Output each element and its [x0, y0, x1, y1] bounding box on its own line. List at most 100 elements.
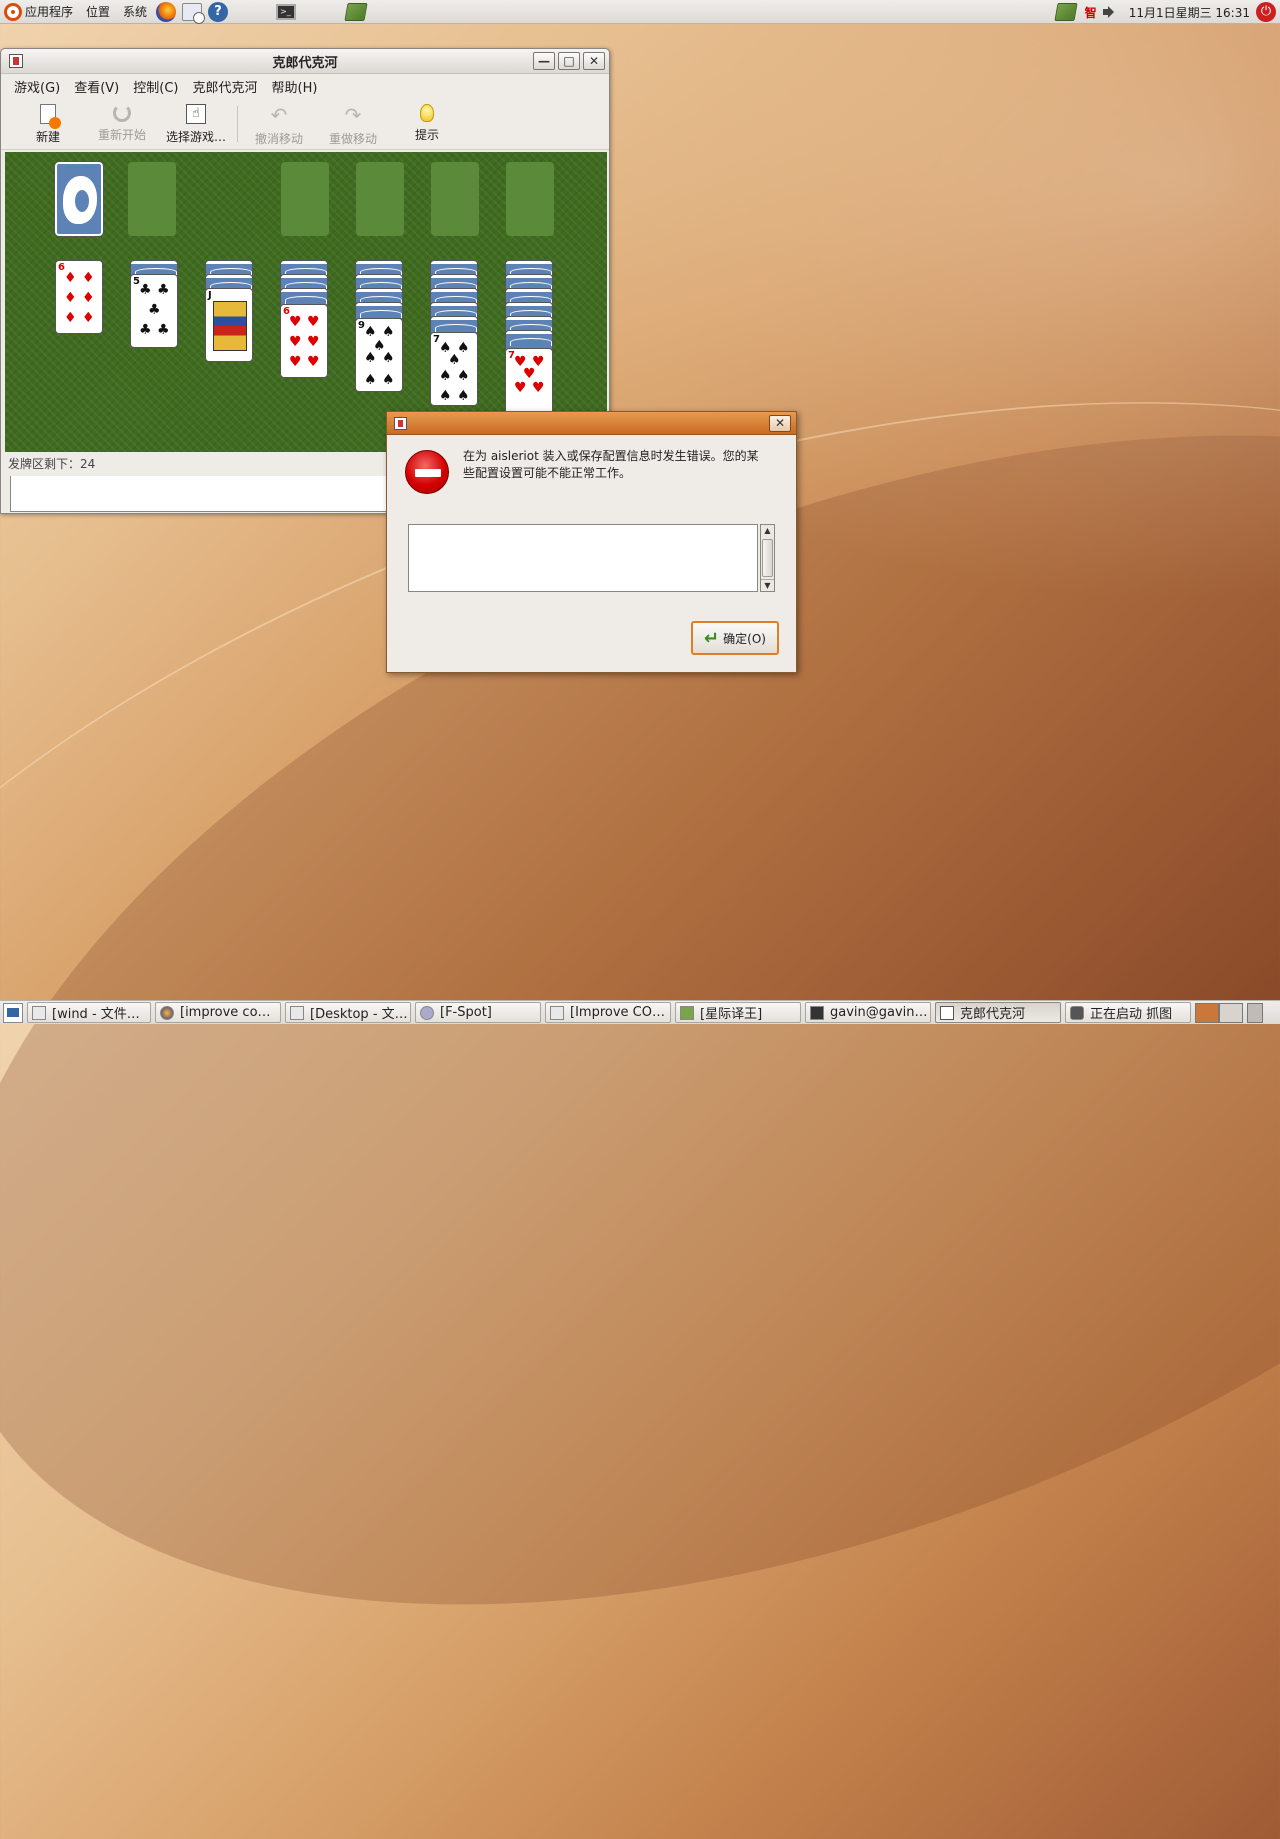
card-suit: ♠: [439, 388, 452, 404]
card-suit: ♣: [139, 322, 152, 338]
trash-icon[interactable]: [1247, 1002, 1263, 1023]
jack-face-image: [213, 301, 247, 351]
maximize-button[interactable]: □: [558, 52, 580, 70]
menu-control[interactable]: 控制(C): [126, 77, 185, 96]
input-method-indicator[interactable]: 智: [1085, 4, 1097, 21]
window-title: 克郎代克河: [272, 55, 338, 71]
foundation-slot-3[interactable]: [431, 162, 479, 236]
card-suit: ♠: [364, 324, 377, 340]
applications-menu-label: 应用程序: [25, 5, 74, 19]
task-terminal[interactable]: gavin@gavin…: [805, 1002, 931, 1023]
card-suit: ♥: [289, 334, 302, 350]
tableau-card[interactable]: J: [205, 288, 253, 362]
task-improve-firefox[interactable]: [improve co…: [155, 1002, 281, 1023]
scroll-up-arrow-icon[interactable]: ▲: [761, 525, 774, 537]
new-game-label: 新建: [35, 130, 60, 144]
card-suit: ♥: [289, 314, 302, 330]
dialog-titlebar[interactable]: ✕: [387, 412, 796, 435]
card-rank: J: [208, 290, 212, 301]
scroll-thumb[interactable]: [762, 539, 773, 577]
redo-button[interactable]: ↷ 重做移动: [316, 98, 390, 148]
menu-klondike[interactable]: 克郎代克河: [186, 77, 265, 96]
help-launcher[interactable]: ?: [207, 1, 229, 23]
app-icon[interactable]: [9, 54, 23, 68]
details-textview[interactable]: [408, 524, 758, 592]
card-suit: ♠: [457, 368, 470, 384]
firefox-icon: [160, 1005, 174, 1020]
applications-menu[interactable]: 应用程序: [0, 0, 79, 24]
book-tray-icon: [1054, 3, 1078, 21]
menu-view[interactable]: 查看(V): [67, 77, 126, 96]
foundation-slot-1[interactable]: [281, 162, 329, 236]
restart-label: 重新开始: [97, 128, 146, 142]
task-screenshot[interactable]: 正在启动 抓图: [1065, 1002, 1191, 1023]
dialog-app-icon[interactable]: [394, 417, 407, 430]
tableau-card[interactable]: 5 ♣ ♣ ♣ ♣ ♣: [130, 274, 178, 348]
foundation-slot-2[interactable]: [356, 162, 404, 236]
task-desktop-file[interactable]: [Desktop - 文…: [285, 1002, 411, 1023]
card-suit: ♠: [457, 388, 470, 404]
tableau-card[interactable]: 7 ♠ ♠ ♠ ♠ ♠ ♠ ♠: [430, 332, 478, 406]
workspace-1[interactable]: [1195, 1002, 1219, 1023]
menu-help[interactable]: 帮助(H): [265, 77, 325, 96]
restart-button[interactable]: 重新开始: [85, 98, 159, 148]
clock[interactable]: 11月1日星期三 16:31: [1129, 4, 1250, 21]
card-suit: ♦: [82, 290, 95, 306]
undo-icon: ↶: [270, 103, 288, 127]
ok-button[interactable]: ↵ 确定(O): [691, 621, 779, 655]
tableau-card[interactable]: 6 ♦ ♦ ♦ ♦ ♦ ♦: [55, 260, 103, 334]
card-suit: ♥: [307, 354, 320, 370]
hint-button[interactable]: 提示: [390, 98, 464, 148]
gnome-foot-icon: [63, 176, 97, 224]
mail-launcher[interactable]: [181, 1, 206, 24]
places-menu[interactable]: 位置: [79, 0, 116, 24]
select-game-button[interactable]: ☝ 选择游戏…: [159, 98, 233, 148]
new-game-icon: [40, 104, 61, 129]
camera-icon: [1070, 1005, 1084, 1020]
undo-button[interactable]: ↶ 撤消移动: [242, 98, 316, 148]
card-suit: ♠: [439, 368, 452, 384]
card-suit: ♥: [514, 380, 527, 396]
workspace-2[interactable]: [1219, 1002, 1243, 1023]
dialog-close-button[interactable]: ✕: [769, 415, 791, 432]
stardict-launcher[interactable]: [344, 1, 368, 23]
terminal-icon: >_: [276, 3, 297, 20]
minimize-button[interactable]: —: [533, 52, 555, 70]
task-fspot[interactable]: [F-Spot]: [415, 1002, 541, 1023]
terminal-launcher[interactable]: >_: [275, 1, 297, 23]
new-game-button[interactable]: 新建: [11, 98, 85, 148]
card-suit: ♥: [289, 354, 302, 370]
system-menu-label: 系统: [123, 5, 148, 19]
background-window-edge: [10, 476, 388, 512]
task-label: [Improve CO…: [570, 1005, 665, 1020]
task-klondike[interactable]: 克郎代克河: [935, 1002, 1061, 1023]
close-button[interactable]: ✕: [583, 52, 605, 70]
error-dialog: ✕ 在为 aisleriot 装入或保存配置信息时发生错误。您的某 些配置设置可…: [386, 411, 797, 673]
card-suit: ♦: [82, 310, 95, 326]
task-label: 正在启动 抓图: [1090, 1007, 1173, 1022]
scroll-down-arrow-icon[interactable]: ▼: [761, 579, 774, 591]
foundation-slot-4[interactable]: [506, 162, 554, 236]
stardict-icon: [680, 1005, 694, 1020]
menu-game[interactable]: 游戏(G): [7, 77, 67, 96]
tableau-card[interactable]: 6 ♥ ♥ ♥ ♥ ♥ ♥: [280, 304, 328, 378]
task-wind-file[interactable]: [wind - 文件…: [27, 1002, 151, 1023]
firefox-launcher[interactable]: [155, 1, 177, 23]
window-titlebar[interactable]: 克郎代克河 — □ ✕: [1, 49, 609, 74]
power-icon[interactable]: ⏻: [1256, 2, 1276, 22]
tableau-card[interactable]: 9 ♠ ♠ ♠ ♠ ♠ ♠ ♠: [355, 318, 403, 392]
task-label: gavin@gavin…: [830, 1005, 928, 1020]
details-scrollbar[interactable]: ▲ ▼: [760, 524, 775, 592]
task-stardict[interactable]: [星际译王]: [675, 1002, 801, 1023]
waste-slot[interactable]: [128, 162, 176, 236]
system-menu[interactable]: 系统: [116, 0, 153, 24]
stock-pile[interactable]: [54, 161, 104, 237]
lightbulb-icon: [420, 104, 434, 122]
show-desktop-icon[interactable]: [3, 1002, 23, 1023]
volume-icon[interactable]: [1102, 5, 1121, 19]
card-suit: ♠: [364, 372, 377, 388]
task-improve-co[interactable]: [Improve CO…: [545, 1002, 671, 1023]
stardict-tray-button[interactable]: [1054, 1, 1078, 23]
card-suit: ♠: [448, 352, 461, 368]
select-game-icon: ☝: [186, 104, 206, 124]
